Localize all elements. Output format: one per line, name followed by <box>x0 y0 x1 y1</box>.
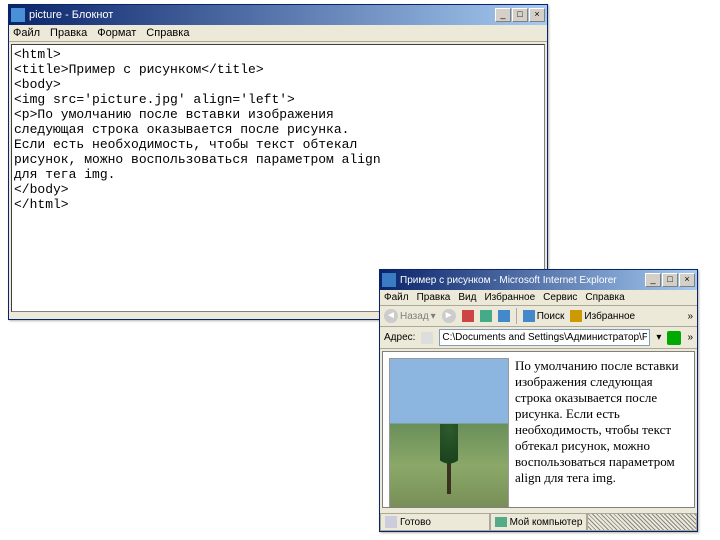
minimize-button[interactable]: _ <box>495 8 511 22</box>
resize-grip[interactable] <box>587 514 697 531</box>
notepad-title: picture - Блокнот <box>29 9 495 21</box>
page-icon <box>421 332 433 344</box>
menu-file[interactable]: Файл <box>13 27 40 39</box>
ie-toolbar: ◄Назад▾ ► Поиск Избранное » <box>380 306 697 327</box>
my-computer-icon <box>495 517 507 527</box>
star-icon <box>570 310 582 322</box>
doc-icon <box>385 516 397 528</box>
minimize-button[interactable]: _ <box>645 273 661 287</box>
maximize-button[interactable]: □ <box>512 8 528 22</box>
status-done: Готово <box>400 517 431 528</box>
menu-help[interactable]: Справка <box>146 27 189 39</box>
ie-menubar: Файл Правка Вид Избранное Сервис Справка <box>380 290 697 306</box>
address-input[interactable] <box>439 329 650 346</box>
home-icon[interactable] <box>498 310 510 322</box>
page-image <box>389 358 509 508</box>
address-bar: Адрес: ▾ » <box>380 327 697 349</box>
notepad-icon <box>11 8 25 22</box>
search-button[interactable]: Поиск <box>523 310 565 322</box>
ie-titlebar[interactable]: Пример с рисунком - Microsoft Internet E… <box>380 270 697 290</box>
address-dropdown-icon[interactable]: ▾ <box>656 332 661 343</box>
maximize-button[interactable]: □ <box>662 273 678 287</box>
menu-fav[interactable]: Избранное <box>484 292 535 303</box>
back-button[interactable]: ◄Назад▾ <box>384 309 436 323</box>
browser-viewport[interactable]: По умолчанию после вставки изображения с… <box>382 351 695 508</box>
menu-format[interactable]: Формат <box>97 27 136 39</box>
toolbar-overflow[interactable]: » <box>687 332 693 343</box>
menu-edit[interactable]: Правка <box>50 27 87 39</box>
ie-statusbar: Готово Мой компьютер <box>380 513 697 531</box>
ie-icon <box>382 273 396 287</box>
search-icon <box>523 310 535 322</box>
dropdown-arrow-icon: ▾ <box>431 311 436 322</box>
toolbar-overflow[interactable]: » <box>687 311 693 322</box>
menu-edit[interactable]: Правка <box>417 292 451 303</box>
close-button[interactable]: × <box>529 8 545 22</box>
menu-tools[interactable]: Сервис <box>543 292 577 303</box>
menu-help[interactable]: Справка <box>585 292 624 303</box>
forward-button[interactable]: ► <box>442 309 456 323</box>
refresh-icon[interactable] <box>480 310 492 322</box>
back-arrow-icon: ◄ <box>384 309 398 323</box>
close-button[interactable]: × <box>679 273 695 287</box>
menu-view[interactable]: Вид <box>458 292 476 303</box>
menu-file[interactable]: Файл <box>384 292 409 303</box>
ie-title: Пример с рисунком - Microsoft Internet E… <box>400 275 645 286</box>
notepad-titlebar[interactable]: picture - Блокнот _ □ × <box>9 5 547 25</box>
go-button[interactable] <box>667 331 681 345</box>
page-text: По умолчанию после вставки изображения с… <box>515 358 679 485</box>
address-label: Адрес: <box>384 332 415 343</box>
fav-button[interactable]: Избранное <box>570 310 635 322</box>
notepad-menubar: Файл Правка Формат Справка <box>9 25 547 42</box>
status-zone: Мой компьютер <box>510 517 583 528</box>
stop-icon[interactable] <box>462 310 474 322</box>
